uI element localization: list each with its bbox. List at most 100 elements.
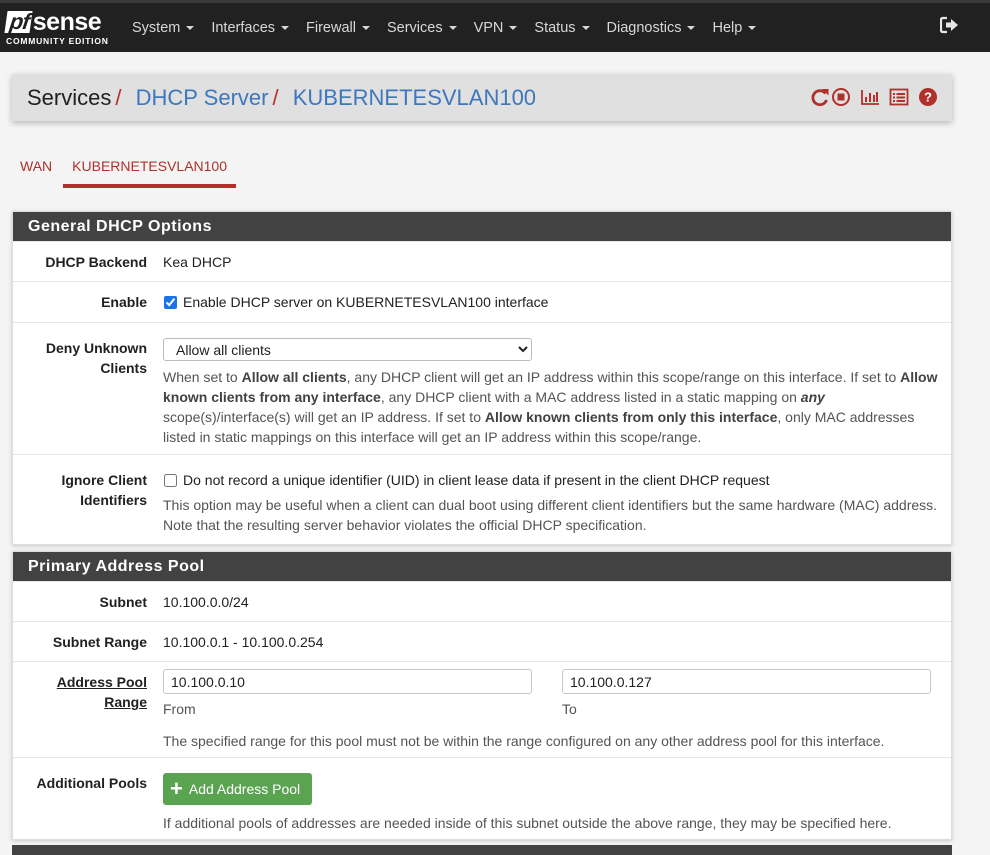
ignore-uid-checkbox[interactable] (164, 474, 177, 487)
next-panel-heading (12, 845, 952, 855)
restart-service-icon[interactable] (810, 87, 830, 107)
plus-icon: + (170, 776, 183, 801)
ignore-uid-help: This option may be useful when a client … (163, 497, 938, 533)
pool-to-label: To (562, 701, 577, 717)
help-italic: any (800, 389, 825, 405)
menu-label: Help (712, 19, 743, 36)
graph-icon[interactable] (860, 87, 880, 107)
pool-to-group: To (562, 669, 931, 719)
label-line: Clients (100, 360, 147, 376)
ignore-uid-text: Do not record a unique identifier (UID) … (183, 472, 770, 488)
ignore-uid-checkbox-label[interactable]: Do not record a unique identifier (UID) … (163, 472, 770, 488)
breadcrumb-interface[interactable]: KUBERNETESVLAN100 (293, 85, 536, 110)
label-line: Ignore Client (61, 472, 147, 488)
row-enable: Enable Enable DHCP server on KUBERNETESV… (13, 281, 951, 322)
panel-heading: Primary Address Pool (13, 552, 951, 581)
additional-pools-content: + Add Address Pool If additional pools of… (163, 773, 951, 833)
stop-service-icon[interactable] (831, 87, 851, 107)
pool-range-help: The specified range for this pool must n… (163, 733, 885, 749)
menu-help[interactable]: Help (712, 19, 757, 36)
menu-vpn[interactable]: VPN (474, 20, 518, 36)
help-text: scope(s)/interface(s) will get an IP add… (163, 409, 485, 425)
value-dhcp-backend: Kea DHCP (163, 253, 232, 270)
enable-text: Enable DHCP server on KUBERNETESVLAN100 … (183, 294, 549, 310)
row-address-pool-range: Address Pool Range From To The specified… (13, 661, 951, 757)
interface-tabs: WAN KUBERNETESVLAN100 (12, 150, 236, 188)
tab-wan[interactable]: WAN (12, 150, 63, 188)
add-address-pool-button[interactable]: + Add Address Pool (163, 773, 313, 805)
menu-system[interactable]: System (132, 19, 195, 36)
svg-text:?: ? (924, 90, 932, 105)
caret-down-icon (281, 25, 290, 30)
menu-label: Firewall (306, 19, 356, 36)
row-additional-pools: Additional Pools + Add Address Pool If ad… (13, 757, 951, 839)
label-address-pool-range-wrap: Address Pool Range (13, 669, 163, 751)
label-line: Deny Unknown (45, 340, 147, 356)
menu-label: Diagnostics (606, 19, 682, 36)
pool-to-input[interactable] (562, 669, 931, 694)
panel-heading: General DHCP Options (13, 212, 951, 241)
menu-services[interactable]: Services (387, 20, 457, 36)
caret-down-icon (581, 25, 590, 30)
label-deny-unknown: Deny Unknown Clients (13, 338, 163, 447)
menu-label: VPN (473, 19, 504, 36)
menu-interfaces[interactable]: Interfaces (211, 19, 290, 36)
logo-sense: sense (32, 7, 102, 36)
pool-range-content: From To The specified range for this poo… (163, 669, 951, 751)
caret-down-icon (361, 25, 370, 30)
menu-label: Services (386, 19, 443, 36)
enable-content: Enable DHCP server on KUBERNETESVLAN100 … (163, 292, 951, 312)
page-header: Services / DHCP Server / KUBERNETESVLAN100… (12, 74, 952, 121)
label-additional-pools: Additional Pools (36, 775, 147, 791)
label-dhcp-backend: DHCP Backend (45, 253, 147, 270)
row-ignore-client-identifiers: Ignore Client Identifiers Do not record a… (13, 454, 951, 544)
row-deny-unknown: Deny Unknown Clients Allow all clients Wh… (13, 322, 951, 454)
pool-from-group: From (163, 669, 562, 719)
enable-checkbox[interactable] (164, 296, 177, 309)
logo-edition: COMMUNITY EDITION (6, 35, 109, 46)
breadcrumb-separator: / (272, 84, 279, 110)
row-dhcp-backend: DHCP Backend Kea DHCP (13, 241, 951, 281)
breadcrumb-services: Services (27, 84, 112, 110)
label-line: Identifiers (80, 492, 147, 508)
help-icon[interactable]: ? (918, 87, 938, 107)
log-list-icon[interactable] (889, 87, 909, 107)
tab-kubernetesvlan100[interactable]: KUBERNETESVLAN100 (63, 150, 236, 188)
help-bold: Allow all clients (241, 369, 347, 385)
breadcrumb: Services / DHCP Server / KUBERNETESVLAN100 (27, 85, 536, 111)
menu-label: Status (534, 19, 576, 36)
help-bold: Allow known clients from only this inter… (484, 409, 778, 425)
breadcrumb-separator: / (115, 84, 122, 110)
deny-unknown-select[interactable]: Allow all clients (163, 338, 532, 361)
pool-from-input[interactable] (163, 669, 532, 694)
additional-pools-help: If additional pools of addresses are nee… (163, 815, 892, 831)
help-text: , any DHCP client with a MAC address lis… (380, 389, 801, 405)
menu-label: Interfaces (211, 19, 276, 36)
menu-firewall[interactable]: Firewall (306, 20, 370, 36)
primary-address-pool-panel: Primary Address Pool Subnet 10.100.0.0/2… (12, 551, 952, 840)
value-subnet-range: 10.100.0.1 - 10.100.0.254 (163, 633, 324, 650)
button-label: Add Address Pool (188, 781, 301, 797)
pool-range-inputs: From To (163, 669, 943, 719)
label-ignore-client-identifiers: Ignore Client Identifiers (13, 470, 163, 535)
deny-unknown-help: When set to Allow all clients, any DHCP … (163, 367, 943, 447)
main-menu: System Interfaces Firewall Services VPN … (132, 20, 773, 36)
caret-down-icon (186, 25, 195, 30)
row-subnet-range: Subnet Range 10.100.0.1 - 10.100.0.254 (13, 621, 951, 661)
help-text: , any DHCP client will get an IP address… (346, 369, 901, 385)
caret-down-icon (509, 25, 518, 30)
enable-checkbox-label[interactable]: Enable DHCP server on KUBERNETESVLAN100 … (163, 294, 548, 310)
menu-diagnostics[interactable]: Diagnostics (607, 20, 696, 36)
ignore-uid-content: Do not record a unique identifier (UID) … (163, 470, 951, 535)
breadcrumb-dhcp-server[interactable]: DHCP Server (136, 85, 269, 110)
sign-out-icon[interactable] (939, 16, 960, 39)
label-address-pool-range[interactable]: Address Pool Range (57, 674, 147, 710)
top-navbar: pf sense COMMUNITY EDITION System Interf… (0, 0, 990, 52)
logo-pf: pf (4, 9, 33, 34)
pfsense-logo[interactable]: pf sense COMMUNITY EDITION (0, 7, 118, 46)
menu-label: System (132, 19, 181, 36)
menu-status[interactable]: Status (534, 19, 590, 36)
caret-down-icon (748, 25, 757, 30)
label-subnet: Subnet (99, 593, 147, 610)
help-text: When set to (163, 369, 242, 385)
